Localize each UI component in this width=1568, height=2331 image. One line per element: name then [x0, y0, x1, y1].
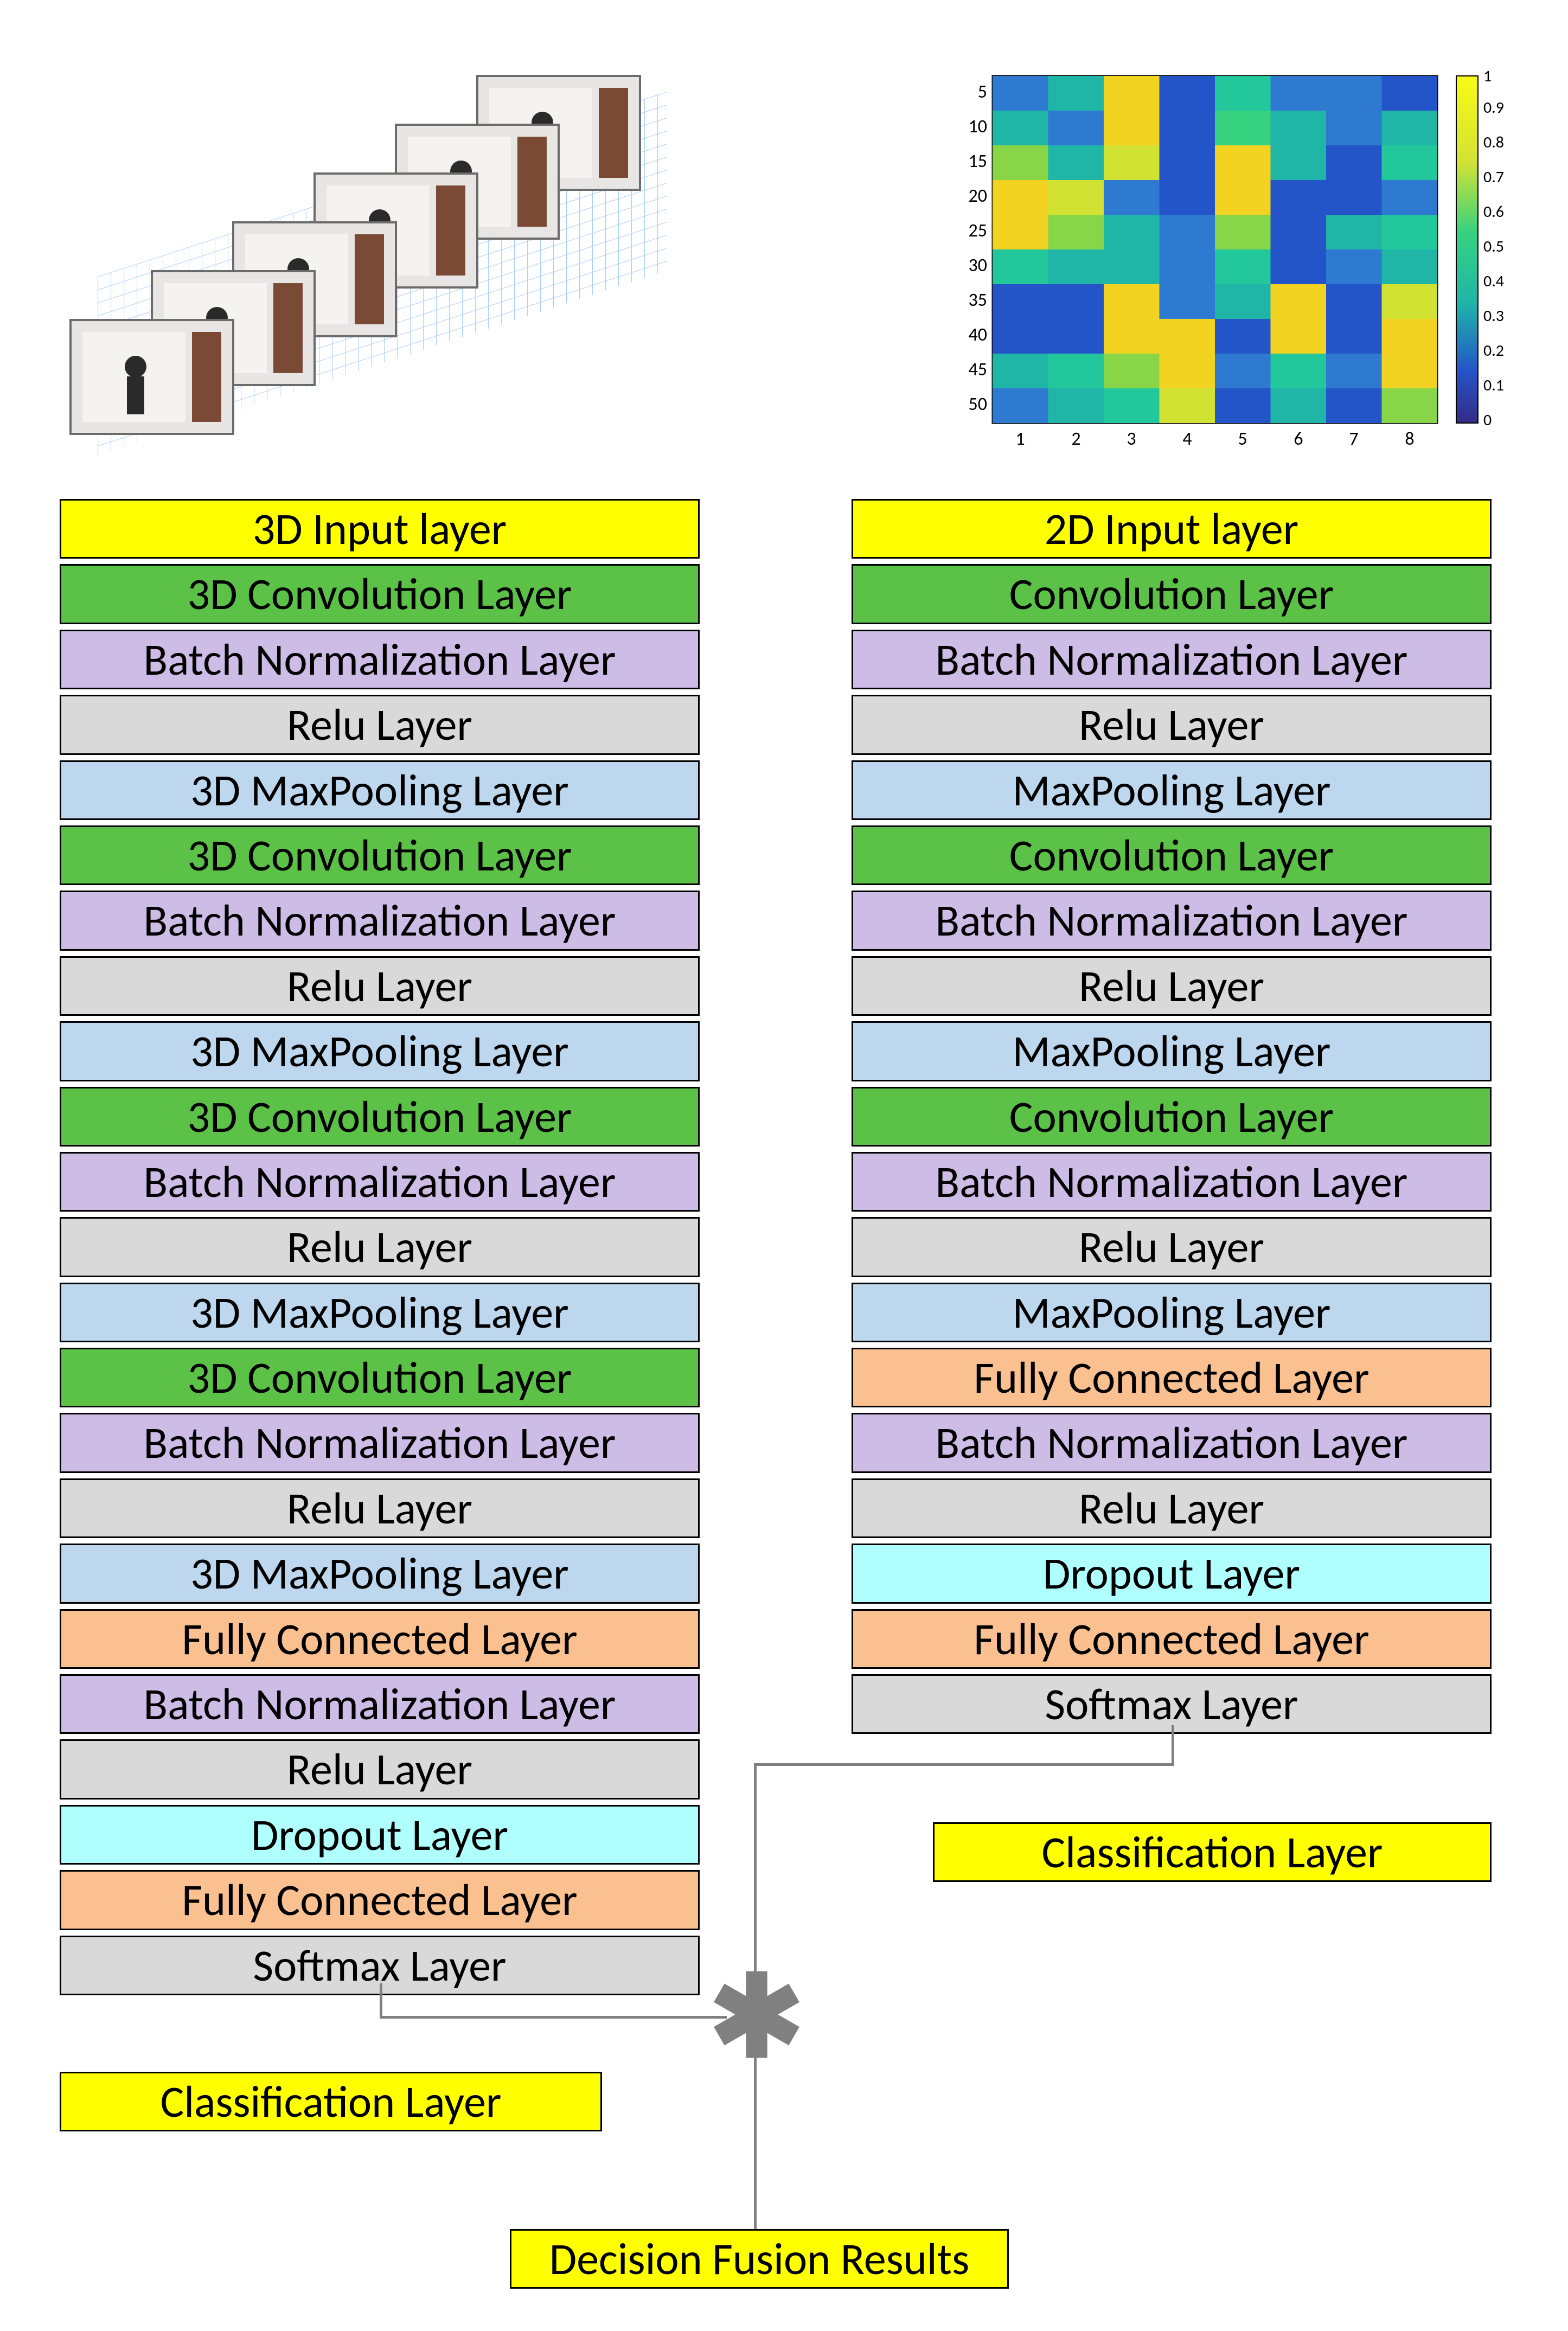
left-network-stack: 3D Input layer3D Convolution LayerBatch …	[60, 499, 700, 2001]
left-layer: Relu Layer	[60, 1217, 700, 1277]
colorbar-tick: 0.2	[1483, 341, 1504, 361]
colorbar-tick: 0.9	[1483, 98, 1504, 118]
heatmap-ytick: 50	[969, 393, 987, 415]
right-layer: Relu Layer	[852, 1217, 1492, 1277]
heatmap-xtick: 7	[1349, 428, 1358, 450]
heatmap-xtick: 2	[1071, 428, 1080, 450]
right-layer: Batch Normalization Layer	[852, 891, 1492, 950]
heatmap-xtick: 8	[1405, 428, 1414, 450]
left-layer: 3D Convolution Layer	[60, 564, 700, 624]
left-layer: Dropout Layer	[60, 1805, 700, 1865]
colorbar-tick: 0.4	[1483, 271, 1504, 291]
colorbar-tick: 1	[1483, 66, 1492, 86]
right-layer: Convolution Layer	[852, 1087, 1492, 1147]
left-layer: Batch Normalization Layer	[60, 1152, 700, 1212]
left-layer: 3D MaxPooling Layer	[60, 760, 700, 820]
heatmap-ytick: 15	[969, 150, 987, 172]
merge-asterisk-icon: ✱	[709, 1961, 804, 2074]
connector-wire	[754, 1763, 1174, 1766]
right-classification-layer: Classification Layer	[933, 1822, 1492, 1882]
colorbar-tick: 0.1	[1483, 375, 1504, 395]
heatmap-ytick: 30	[969, 254, 987, 277]
heatmap-xtick: 6	[1294, 428, 1303, 450]
left-layer: Batch Normalization Layer	[60, 1674, 700, 1734]
colorbar-tick: 0.7	[1483, 167, 1504, 187]
right-layer: Dropout Layer	[852, 1544, 1492, 1603]
right-network-stack: 2D Input layerConvolution LayerBatch Nor…	[852, 499, 1492, 1739]
right-layer: Convolution Layer	[852, 825, 1492, 885]
left-layer: Fully Connected Layer	[60, 1609, 700, 1669]
connector-wire	[1172, 1725, 1174, 1763]
top-illustrations: 5 10 15 20 25 30 35 40 45 50 1 2 3 4	[65, 33, 1503, 499]
heatmap-ytick: 5	[978, 81, 987, 103]
left-layer: 3D Convolution Layer	[60, 1087, 700, 1147]
left-layer: 3D MaxPooling Layer	[60, 1283, 700, 1342]
right-layer: Fully Connected Layer	[852, 1348, 1492, 1407]
colorbar-tick: 0	[1483, 410, 1492, 430]
heatmap-ytick: 20	[969, 185, 987, 207]
left-layer: Batch Normalization Layer	[60, 1413, 700, 1472]
heatmap-xtick: 5	[1238, 428, 1247, 450]
heatmap-illustration: 5 10 15 20 25 30 35 40 45 50 1 2 3 4	[933, 65, 1529, 466]
right-layer: Relu Layer	[852, 695, 1492, 754]
left-layer: 3D Input layer	[60, 499, 700, 559]
left-layer: Batch Normalization Layer	[60, 630, 700, 689]
heatmap-ytick: 45	[969, 358, 987, 381]
heatmap-xtick: 3	[1127, 428, 1136, 450]
right-layer: Batch Normalization Layer	[852, 1413, 1492, 1472]
left-layer: Batch Normalization Layer	[60, 891, 700, 950]
heatmap-ytick: 10	[969, 116, 987, 138]
left-layer: 3D Convolution Layer	[60, 825, 700, 885]
right-layer: Batch Normalization Layer	[852, 630, 1492, 689]
heatmap-ytick: 35	[969, 289, 987, 311]
colorbar-tick: 0.6	[1483, 202, 1504, 222]
right-layer: Convolution Layer	[852, 564, 1492, 624]
right-layer: MaxPooling Layer	[852, 1021, 1492, 1081]
heatmap-xtick: 4	[1182, 428, 1192, 450]
colorbar-tick: 0.8	[1483, 132, 1504, 152]
heatmap-ytick: 40	[969, 324, 987, 346]
left-layer: Relu Layer	[60, 1478, 700, 1538]
connector-wire	[380, 2016, 727, 2019]
colorbar-tick: 0.5	[1483, 236, 1504, 257]
right-layer: 2D Input layer	[852, 499, 1492, 559]
right-layer: MaxPooling Layer	[852, 760, 1492, 820]
right-layer: Fully Connected Layer	[852, 1609, 1492, 1669]
video-frames-illustration	[65, 38, 716, 483]
left-layer: Relu Layer	[60, 1739, 700, 1799]
connector-wire	[380, 1983, 382, 2016]
right-layer: Relu Layer	[852, 1478, 1492, 1538]
left-layer: Relu Layer	[60, 956, 700, 1016]
left-layer: 3D MaxPooling Layer	[60, 1021, 700, 1081]
left-layer: 3D MaxPooling Layer	[60, 1544, 700, 1603]
left-layer: 3D Convolution Layer	[60, 1348, 700, 1407]
left-layer: Fully Connected Layer	[60, 1870, 700, 1930]
right-layer: MaxPooling Layer	[852, 1283, 1492, 1342]
right-layer: Batch Normalization Layer	[852, 1152, 1492, 1212]
right-layer: Relu Layer	[852, 956, 1492, 1016]
left-layer: Relu Layer	[60, 695, 700, 754]
decision-fusion-results: Decision Fusion Results	[510, 2229, 1009, 2289]
heatmap-ytick: 25	[969, 220, 987, 242]
heatmap-xtick: 1	[1015, 428, 1025, 450]
colorbar-tick: 0.3	[1483, 306, 1504, 326]
left-classification-layer: Classification Layer	[60, 2072, 602, 2131]
